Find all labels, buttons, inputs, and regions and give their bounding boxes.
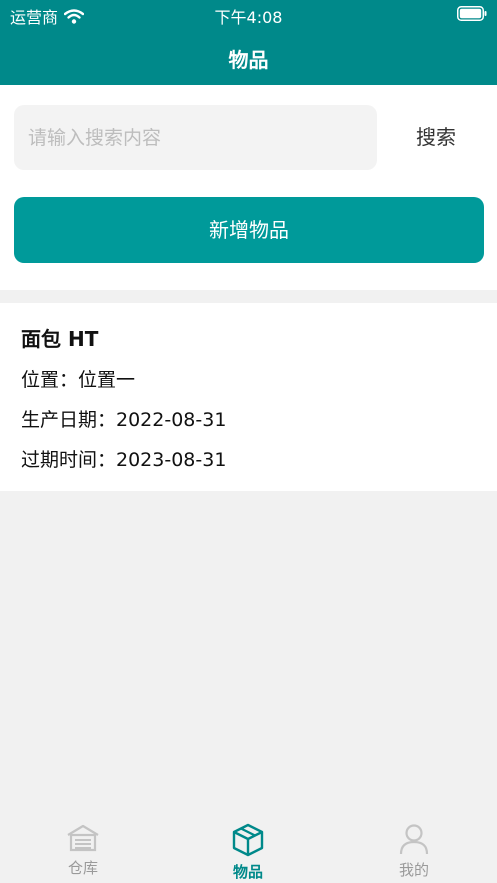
tab-label: 仓库: [67, 859, 98, 877]
tab-bar: 仓库 物品 我的: [0, 815, 497, 883]
search-section: 搜索 新增物品: [0, 85, 497, 290]
search-button[interactable]: 搜索: [386, 105, 486, 170]
top-bar: 运营商 下午4:08 物品: [0, 0, 497, 85]
box-icon: [232, 823, 264, 857]
page-title: 物品: [228, 48, 269, 72]
add-item-button[interactable]: 新增物品: [14, 197, 484, 263]
tab-items[interactable]: 物品: [188, 823, 308, 882]
warehouse-icon: [67, 824, 99, 852]
user-icon: [399, 824, 429, 855]
item-production-date: 生产日期：2022-08-31: [21, 409, 227, 431]
tab-label: 我的: [398, 861, 429, 879]
status-bar: 运营商 下午4:08: [0, 0, 497, 28]
tab-warehouse[interactable]: 仓库: [23, 823, 143, 878]
item-expiry-date: 过期时间：2023-08-31: [21, 449, 227, 471]
list-item[interactable]: 面包 HT 位置：位置一 生产日期：2022-08-31 过期时间：2023-0…: [0, 303, 497, 491]
item-location: 位置：位置一: [21, 369, 136, 391]
item-name: 面包 HT: [21, 327, 99, 351]
tab-mine[interactable]: 我的: [354, 823, 474, 880]
tab-label: 物品: [232, 863, 263, 881]
battery-icon: [457, 6, 487, 21]
search-input[interactable]: [14, 105, 377, 170]
screen: 运营商 下午4:08 物品 搜索 新增物品 面包 HT 位置：位置一 生产日期：…: [0, 0, 497, 883]
status-time: 下午4:08: [214, 8, 283, 27]
